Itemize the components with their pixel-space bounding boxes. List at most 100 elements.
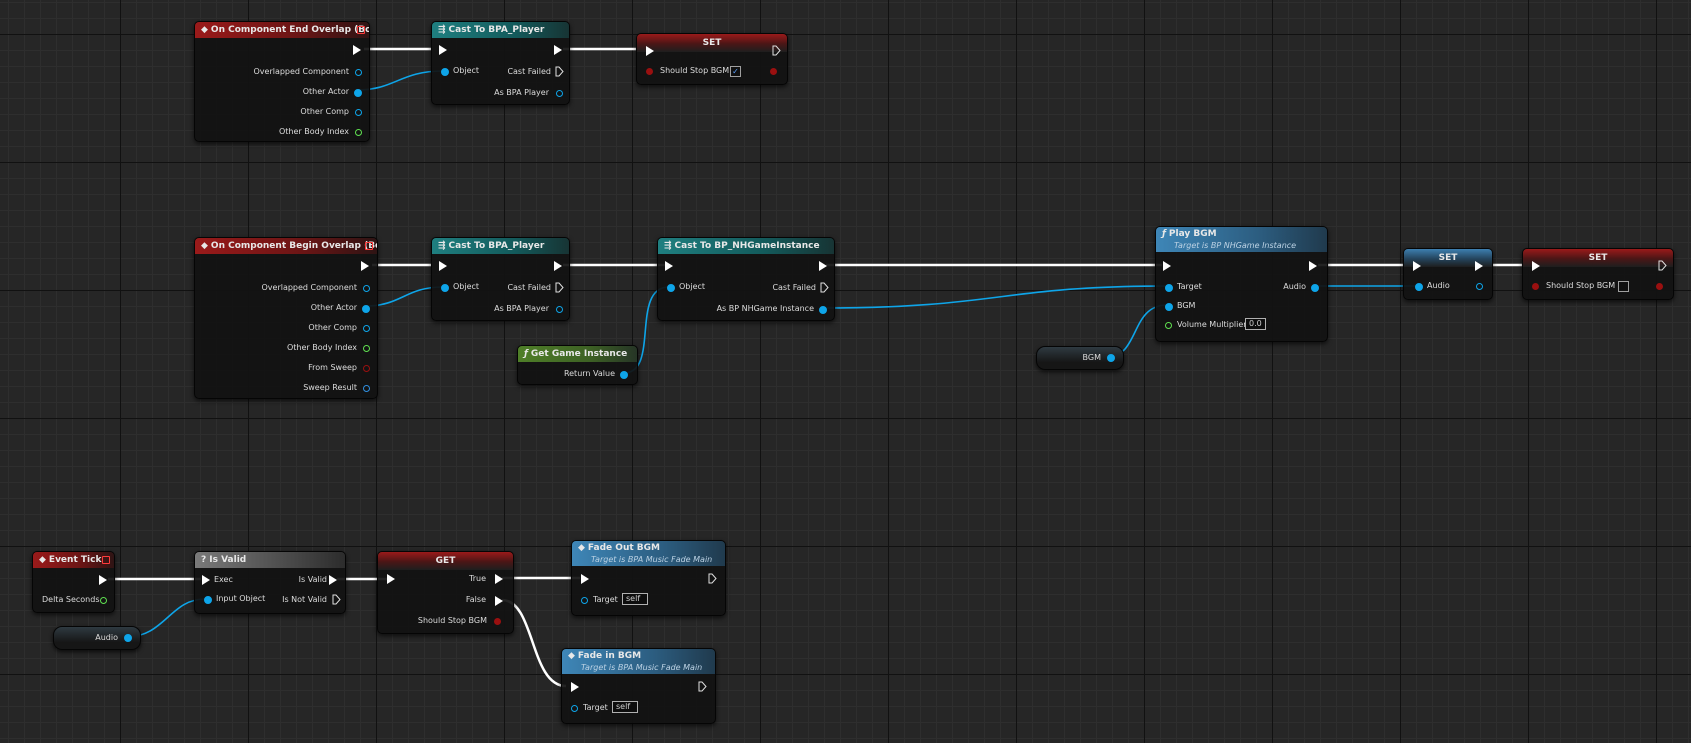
set-should-stop-node[interactable]: SET Should Stop BGM ✓	[636, 33, 788, 85]
exec-in-pin[interactable]	[1163, 261, 1171, 271]
from-sweep-pin[interactable]	[363, 365, 370, 372]
begin-overlap-event-node[interactable]: ◆ On Component Begin Overlap (Box) Overla…	[194, 237, 378, 399]
other-body-index-pin[interactable]	[363, 345, 370, 352]
should-stop-output-pin[interactable]	[1656, 283, 1663, 290]
object-input-pin[interactable]	[667, 284, 675, 292]
exec-in-pin[interactable]	[387, 574, 395, 584]
false-exec-pin[interactable]	[495, 596, 503, 606]
cast-failed-pin[interactable]	[555, 66, 564, 77]
exec-out-pin[interactable]	[353, 45, 361, 55]
delegate-pin[interactable]	[357, 26, 365, 34]
fade-out-bgm-node[interactable]: ◆ Fade Out BGM Target is BPA Music Fade M…	[571, 540, 726, 616]
begin-overlap-header[interactable]: ◆ On Component Begin Overlap (Box)	[195, 238, 377, 254]
volume-multiplier-input[interactable]: 0.0	[1245, 318, 1266, 330]
sweep-result-pin[interactable]	[363, 385, 370, 392]
exec-in-pin[interactable]	[646, 46, 654, 56]
bgm-variable-node[interactable]: BGM	[1036, 346, 1124, 370]
true-exec-pin[interactable]	[495, 574, 503, 584]
as-game-instance-pin[interactable]	[819, 306, 827, 314]
should-stop-output-pin[interactable]	[494, 618, 501, 625]
exec-in-pin[interactable]	[665, 261, 673, 271]
set-audio-node[interactable]: SET Audio	[1403, 248, 1493, 300]
is-valid-header[interactable]: ? Is Valid	[195, 552, 345, 568]
should-stop-input-pin[interactable]	[1532, 283, 1539, 290]
exec-in-pin[interactable]	[1532, 261, 1540, 271]
exec-out-pin[interactable]	[554, 45, 562, 55]
cast-to-game-instance-node[interactable]: ⇶ Cast To BP_NHGameInstance Object Cast F…	[657, 237, 835, 321]
exec-in-pin[interactable]	[1413, 261, 1421, 271]
as-player-pin[interactable]	[556, 90, 563, 97]
audio-output-pin[interactable]	[124, 634, 132, 642]
should-stop-input-pin[interactable]	[646, 68, 653, 75]
is-valid-exec-pin[interactable]	[329, 575, 337, 585]
audio-output-pin[interactable]	[1476, 283, 1483, 290]
exec-out-pin[interactable]	[361, 261, 369, 271]
exec-out-pin[interactable]	[772, 45, 781, 56]
exec-out-pin[interactable]	[819, 261, 827, 271]
fade-in-bgm-node[interactable]: ◆ Fade in BGM Target is BPA Music Fade Ma…	[561, 648, 716, 724]
get-should-stop-node[interactable]: GET True False Should Stop BGM	[377, 551, 514, 634]
exec-out-pin[interactable]	[99, 575, 107, 585]
other-actor-pin[interactable]	[354, 89, 362, 97]
cast-to-player-node[interactable]: ⇶ Cast To BPA_Player Object Cast Failed A…	[431, 21, 570, 105]
exec-out-pin[interactable]	[698, 681, 707, 692]
target-self-input[interactable]: self	[612, 701, 638, 713]
exec-out-pin[interactable]	[1658, 260, 1667, 271]
is-not-valid-exec-pin[interactable]	[332, 594, 341, 605]
is-valid-node[interactable]: ? Is Valid Exec Is Valid Input Object Is …	[194, 551, 346, 614]
audio-output-pin[interactable]	[1311, 284, 1319, 292]
overlapped-component-pin[interactable]	[363, 285, 370, 292]
event-tick-node[interactable]: ◆ Event Tick Delta Seconds	[32, 551, 115, 613]
other-actor-pin[interactable]	[362, 305, 370, 313]
exec-out-pin[interactable]	[554, 261, 562, 271]
delta-seconds-pin[interactable]	[100, 597, 107, 604]
exec-in-pin[interactable]	[439, 45, 447, 55]
target-pin[interactable]	[571, 705, 578, 712]
target-self-input[interactable]: self	[622, 593, 648, 605]
exec-in-pin[interactable]	[202, 575, 210, 585]
should-stop-checkbox[interactable]	[1618, 281, 1629, 292]
object-input-pin[interactable]	[441, 284, 449, 292]
delegate-pin[interactable]	[365, 242, 373, 250]
cast-header[interactable]: ⇶ Cast To BPA_Player	[432, 238, 569, 254]
as-player-pin[interactable]	[556, 306, 563, 313]
should-stop-checkbox[interactable]: ✓	[730, 66, 741, 77]
event-tick-header[interactable]: ◆ Event Tick	[33, 552, 114, 568]
bgm-output-pin[interactable]	[1107, 354, 1115, 362]
overlapped-component-pin[interactable]	[355, 69, 362, 76]
other-comp-pin[interactable]	[355, 109, 362, 116]
audio-variable-node[interactable]: Audio	[53, 626, 141, 650]
target-pin[interactable]	[1165, 284, 1173, 292]
get-game-instance-node[interactable]: ƒ Get Game Instance Return Value	[517, 345, 638, 385]
cast-header[interactable]: ⇶ Cast To BPA_Player	[432, 22, 569, 38]
audio-input-pin[interactable]	[1415, 283, 1423, 291]
play-bgm-node[interactable]: ƒ Play BGM Target is BP NHGame Instance T…	[1155, 226, 1328, 342]
exec-out-pin[interactable]	[708, 573, 717, 584]
other-comp-pin[interactable]	[363, 325, 370, 332]
other-body-index-pin[interactable]	[355, 129, 362, 136]
fade-out-header[interactable]: ◆ Fade Out BGM Target is BPA Music Fade M…	[572, 541, 725, 566]
play-bgm-header[interactable]: ƒ Play BGM Target is BP NHGame Instance	[1156, 227, 1327, 252]
cast-header[interactable]: ⇶ Cast To BP_NHGameInstance	[658, 238, 834, 254]
bgm-input-pin[interactable]	[1165, 303, 1173, 311]
should-stop-output-pin[interactable]	[770, 68, 777, 75]
cast-failed-pin[interactable]	[555, 282, 564, 293]
delegate-pin[interactable]	[102, 556, 110, 564]
object-input-pin[interactable]	[441, 68, 449, 76]
set-should-stop-node[interactable]: SET Should Stop BGM	[1522, 248, 1674, 300]
get-game-instance-header[interactable]: ƒ Get Game Instance	[518, 346, 637, 362]
target-pin[interactable]	[581, 597, 588, 604]
exec-in-pin[interactable]	[439, 261, 447, 271]
exec-in-pin[interactable]	[571, 682, 579, 692]
exec-out-pin[interactable]	[1309, 261, 1317, 271]
return-value-pin[interactable]	[620, 371, 628, 379]
exec-out-pin[interactable]	[1475, 261, 1483, 271]
end-overlap-header[interactable]: ◆ On Component End Overlap (Box)	[195, 22, 369, 38]
end-overlap-event-node[interactable]: ◆ On Component End Overlap (Box) Overlapp…	[194, 21, 370, 142]
input-object-pin[interactable]	[204, 596, 212, 604]
volume-multiplier-pin[interactable]	[1165, 322, 1172, 329]
cast-to-player-node[interactable]: ⇶ Cast To BPA_Player Object Cast Failed A…	[431, 237, 570, 321]
fade-in-header[interactable]: ◆ Fade in BGM Target is BPA Music Fade Ma…	[562, 649, 715, 674]
cast-failed-pin[interactable]	[820, 282, 829, 293]
exec-in-pin[interactable]	[581, 574, 589, 584]
